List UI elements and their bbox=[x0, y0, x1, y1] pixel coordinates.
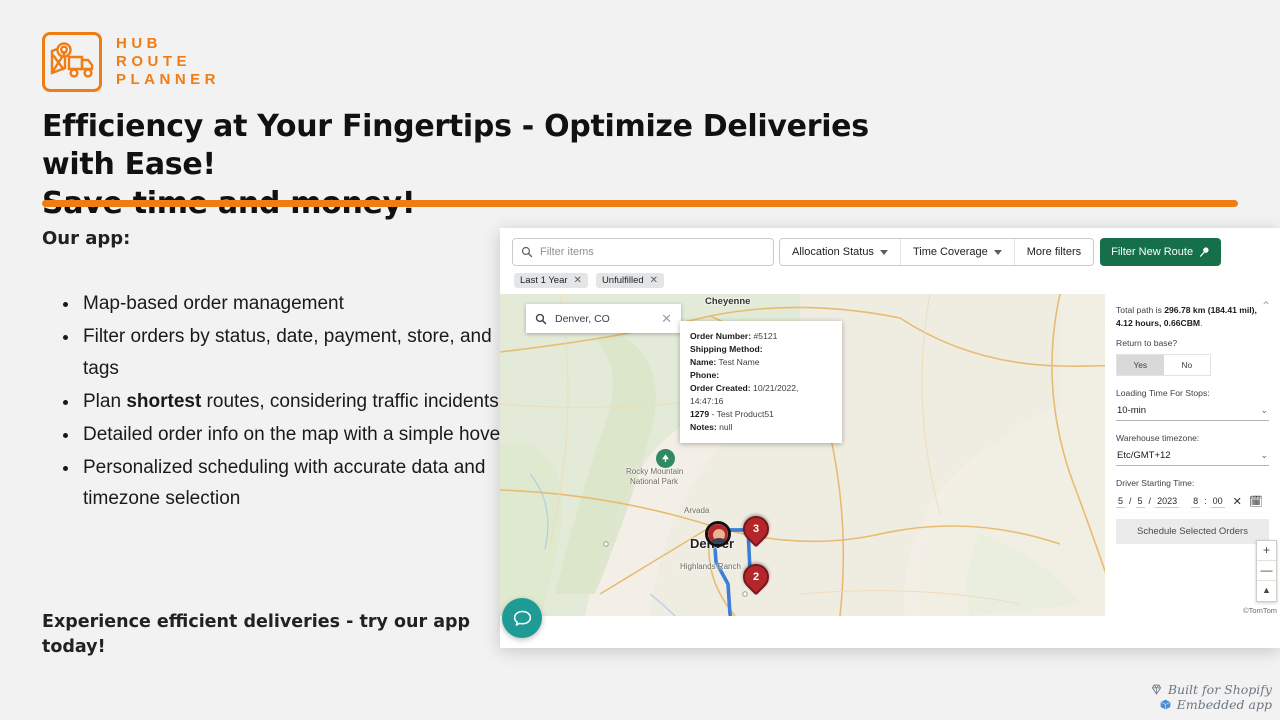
date-day-field[interactable]: 5 bbox=[1135, 495, 1145, 508]
driver-start-label: Driver Starting Time: bbox=[1116, 477, 1195, 488]
phone-row: Phone: bbox=[690, 370, 720, 381]
feature-list: Map-based order management Filter orders… bbox=[60, 288, 512, 516]
close-icon[interactable]: ✕ bbox=[1233, 495, 1242, 508]
route-settings-panel: ⌃ Total path is 296.78 km (184.41 mil), … bbox=[1105, 294, 1280, 616]
chevron-down-icon bbox=[879, 249, 888, 255]
close-icon[interactable]: ✕ bbox=[574, 275, 582, 286]
order-number-row: Order Number: #5121 bbox=[690, 331, 778, 341]
map-label-national-park: National Park bbox=[630, 477, 679, 486]
search-placeholder: Filter items bbox=[540, 246, 594, 258]
loading-time-value: 10-min bbox=[1117, 404, 1147, 416]
diamond-icon bbox=[1151, 684, 1161, 695]
filter-new-route-button[interactable]: Filter New Route bbox=[1100, 238, 1222, 266]
map-search-input[interactable]: Denver, CO ✕ bbox=[526, 304, 681, 333]
loading-time-label: Loading Time For Stops: bbox=[1116, 387, 1210, 398]
map-label-cheyenne: Cheyenne bbox=[705, 296, 751, 307]
chevron-down-icon bbox=[993, 249, 1002, 255]
driver-avatar-icon[interactable] bbox=[705, 521, 731, 547]
map-label-highlands-ranch: Highlands Ranch bbox=[680, 562, 741, 571]
search-input[interactable]: Filter items bbox=[512, 238, 774, 266]
shopify-badge: Built for Shopify Embedded app bbox=[1150, 682, 1272, 712]
map-attribution: ©TomTom bbox=[1243, 606, 1277, 615]
brand-line-1: HUB bbox=[116, 35, 162, 53]
filter-more-filters[interactable]: More filters bbox=[1015, 239, 1093, 265]
return-to-base-toggle[interactable]: Yes No bbox=[1116, 353, 1211, 376]
timezone-value: Etc/GMT+12 bbox=[1117, 449, 1171, 461]
chip-unfulfilled[interactable]: Unfulfilled ✕ bbox=[595, 273, 665, 288]
compass-icon[interactable]: ▲ bbox=[1257, 581, 1276, 601]
headline-line-1: Efficiency at Your Fingertips - Optimize… bbox=[42, 109, 869, 183]
timezone-select[interactable]: Etc/GMT+12 ⌄ bbox=[1116, 447, 1269, 466]
chevron-down-icon: ⌄ bbox=[1260, 449, 1268, 460]
schedule-selected-orders-button[interactable]: Schedule Selected Orders bbox=[1116, 518, 1269, 544]
timezone-label: Warehouse timezone: bbox=[1116, 432, 1200, 443]
active-filter-chips: Last 1 Year ✕ Unfulfilled ✕ bbox=[512, 266, 1268, 294]
total-path-summary: Total path is 296.78 km (184.41 mil), 4.… bbox=[1116, 305, 1257, 329]
accent-divider bbox=[42, 200, 1238, 207]
return-to-base-label: Return to base? bbox=[1116, 337, 1178, 348]
built-for-shopify-row: Built for Shopify bbox=[1150, 682, 1272, 697]
chat-widget-button[interactable] bbox=[502, 598, 542, 638]
chat-bubble-icon bbox=[513, 610, 531, 626]
product-row: 1279 - Test Product51 bbox=[690, 409, 774, 420]
shipping-method-row: Shipping Method: bbox=[690, 344, 763, 355]
driver-start-datetime[interactable]: 5/ 5/ 2023 8: 00 ✕ 🗓 bbox=[1116, 495, 1269, 508]
return-no-option[interactable]: No bbox=[1164, 355, 1211, 375]
brand-line-3: PLANNER bbox=[116, 70, 221, 88]
close-icon[interactable]: ✕ bbox=[661, 311, 672, 327]
time-hour-field[interactable]: 8 bbox=[1191, 495, 1201, 508]
calendar-icon[interactable]: 🗓 bbox=[1249, 495, 1263, 508]
cube-icon bbox=[1160, 699, 1171, 710]
date-year-field[interactable]: 2023 bbox=[1155, 495, 1180, 508]
name-row: Name: Test Name bbox=[690, 357, 760, 368]
order-info-card: Order Number: #5121 Shipping Method: Nam… bbox=[680, 321, 842, 443]
map-search-value: Denver, CO bbox=[555, 312, 610, 325]
filter-allocation-status[interactable]: Allocation Status bbox=[780, 239, 901, 265]
search-icon bbox=[535, 313, 547, 324]
brand-logo: HUB ROUTE PLANNER bbox=[42, 32, 220, 92]
list-item: Map-based order management bbox=[80, 288, 512, 320]
date-month-field[interactable]: 5 bbox=[1116, 495, 1126, 508]
return-yes-option[interactable]: Yes bbox=[1117, 354, 1164, 375]
order-created-row: Order Created: 10/21/2022, 14:47:16 bbox=[690, 383, 799, 407]
list-item: Filter orders by status, date, payment, … bbox=[80, 321, 512, 385]
map-label-arvada: Arvada bbox=[684, 506, 710, 515]
chevron-up-icon[interactable]: ⌃ bbox=[1261, 299, 1271, 313]
list-item: Personalized scheduling with accurate da… bbox=[80, 452, 512, 516]
national-park-icon bbox=[656, 449, 675, 468]
zoom-out-button[interactable]: — bbox=[1257, 561, 1276, 581]
app-toolbar: Filter items Allocation Status Time Cove… bbox=[500, 228, 1280, 294]
list-item: Detailed order info on the map with a si… bbox=[80, 419, 512, 451]
list-item: Plan shortest routes, considering traffi… bbox=[80, 386, 512, 418]
brand-line-2: ROUTE bbox=[116, 53, 191, 71]
loading-time-select[interactable]: 10-min ⌄ bbox=[1116, 402, 1269, 421]
filter-time-coverage[interactable]: Time Coverage bbox=[901, 239, 1015, 265]
time-minute-field[interactable]: 00 bbox=[1210, 495, 1225, 508]
embedded-app-row: Embedded app bbox=[1150, 697, 1272, 712]
route-search-icon bbox=[1200, 247, 1209, 257]
chip-last-1-year[interactable]: Last 1 Year ✕ bbox=[514, 273, 588, 288]
search-icon bbox=[521, 246, 533, 258]
truck-map-pin-icon bbox=[42, 32, 102, 92]
app-screenshot: Filter items Allocation Status Time Cove… bbox=[500, 228, 1280, 648]
call-to-action: Experience efficient deliveries - try ou… bbox=[42, 612, 471, 657]
zoom-in-button[interactable]: + bbox=[1257, 541, 1276, 561]
map-label-rocky-mountain: Rocky Mountain bbox=[626, 467, 684, 476]
chevron-down-icon: ⌄ bbox=[1260, 404, 1268, 415]
section-title: Our app: bbox=[42, 228, 131, 249]
map-canvas[interactable]: Cheyenne Rocky Mountain National Park Ar… bbox=[500, 294, 1280, 616]
filter-group: Allocation Status Time Coverage More fil… bbox=[779, 238, 1095, 266]
map-zoom-controls[interactable]: + — ▲ bbox=[1256, 540, 1277, 602]
close-icon[interactable]: ✕ bbox=[650, 275, 658, 286]
notes-row: Notes: null bbox=[690, 422, 733, 433]
